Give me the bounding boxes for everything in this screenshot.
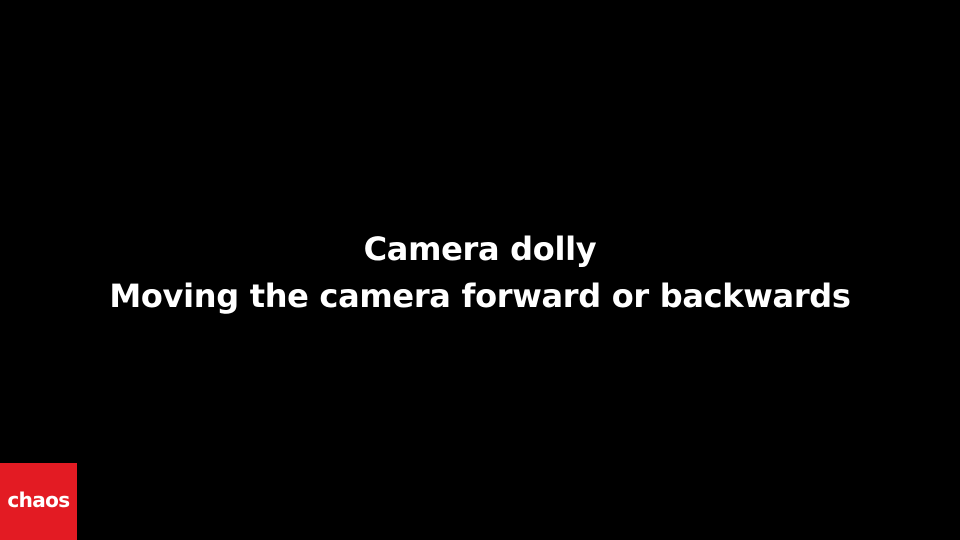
logo-text: chaos <box>7 487 70 512</box>
slide-title: Camera dolly Moving the camera forward o… <box>0 226 960 320</box>
title-line-2: Moving the camera forward or backwards <box>109 277 851 315</box>
chaos-logo: chaos <box>0 463 77 540</box>
title-line-1: Camera dolly <box>363 230 597 268</box>
slide: Camera dolly Moving the camera forward o… <box>0 0 960 540</box>
